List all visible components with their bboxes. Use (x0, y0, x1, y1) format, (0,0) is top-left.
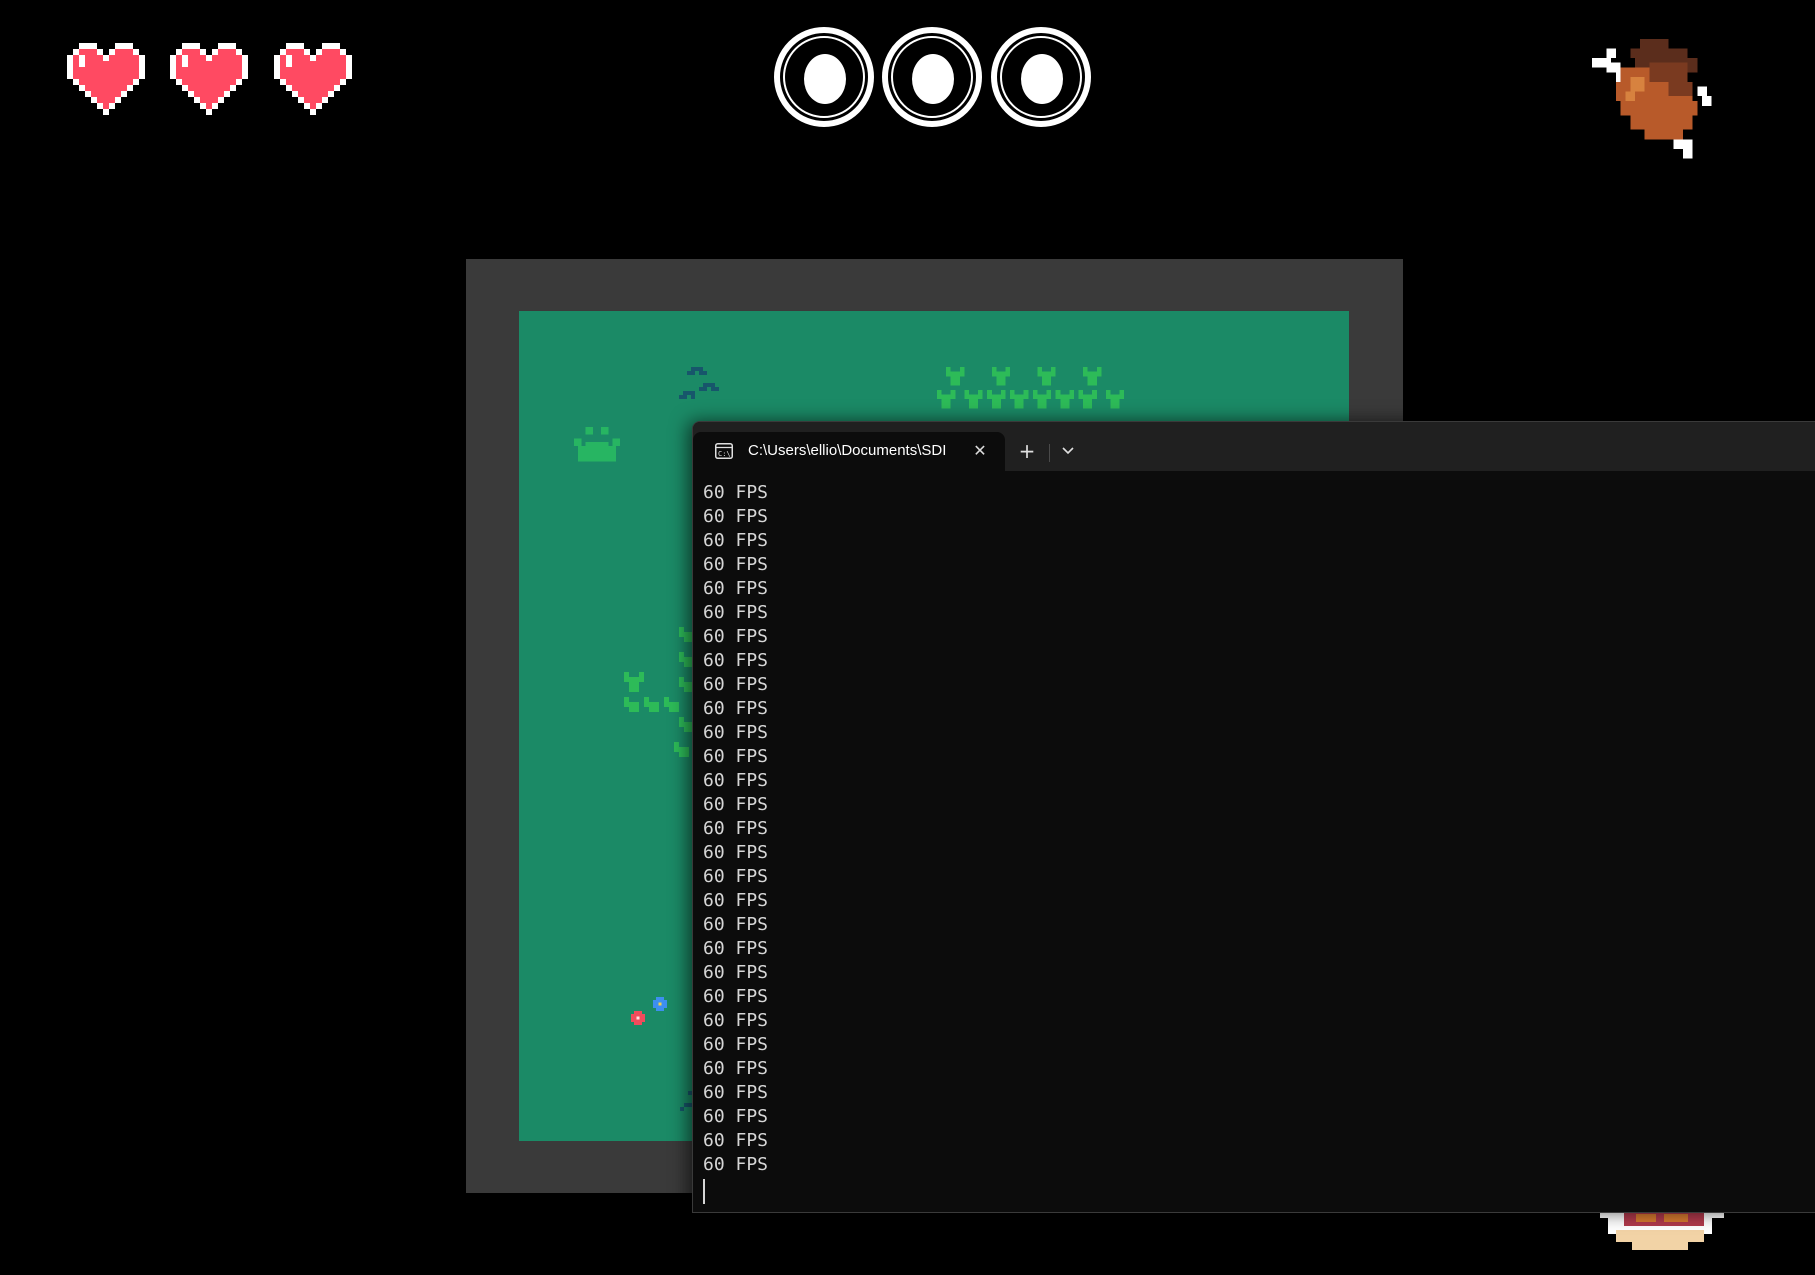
tab-divider (1049, 444, 1050, 462)
console-line: 60 FPS (703, 914, 769, 935)
console-output[interactable]: 60 FPS 60 FPS 60 FPS 60 FPS 60 FPS 60 FPS 60 F… (703, 481, 768, 1177)
close-icon[interactable]: ✕ (971, 442, 989, 460)
console-line: 60 FPS (703, 1106, 769, 1127)
console-line: 60 FPS (703, 1082, 769, 1103)
egg-slot-icon (771, 24, 877, 130)
console-line: 60 FPS (703, 1058, 769, 1079)
console-line: 60 FPS (703, 1130, 769, 1151)
tab-title: C:\Users\ellio\Documents\SDI (748, 442, 947, 459)
console-line: 60 FPS (703, 698, 769, 719)
console-line: 60 FPS (703, 746, 769, 767)
chevron-down-icon[interactable] (1053, 436, 1083, 466)
console-line: 60 FPS (703, 1034, 769, 1055)
pebble-cluster-sprite (679, 367, 723, 407)
console-line: 60 FPS (703, 794, 769, 815)
terminal-titlebar[interactable]: C:\ C:\Users\ellio\Documents\SDI ✕ + (693, 422, 1815, 471)
slime-creature-sprite[interactable] (574, 426, 620, 462)
terminal-window[interactable]: C:\ C:\Users\ellio\Documents\SDI ✕ + 60 … (692, 421, 1815, 1213)
console-line: 60 FPS (703, 1010, 769, 1031)
console-line: 60 FPS (703, 554, 769, 575)
new-tab-button[interactable]: + (1011, 436, 1043, 466)
console-line: 60 FPS (703, 770, 769, 791)
console-line: 60 FPS (703, 626, 769, 647)
console-app-icon: C:\ (715, 443, 733, 459)
terminal-tab[interactable]: C:\ C:\Users\ellio\Documents\SDI ✕ (693, 432, 1005, 471)
console-line: 60 FPS (703, 506, 769, 527)
egg-slot-icon (879, 24, 985, 130)
roast-meat-icon (1592, 34, 1726, 168)
console-line: 60 FPS (703, 602, 769, 623)
console-line: 60 FPS (703, 1154, 769, 1175)
heart-icon (170, 42, 248, 116)
heart-icon (67, 42, 145, 116)
svg-text:C:\: C:\ (718, 450, 731, 458)
console-line: 60 FPS (703, 482, 769, 503)
console-line: 60 FPS (703, 962, 769, 983)
heart-icon (274, 42, 352, 116)
console-line: 60 FPS (703, 890, 769, 911)
console-line: 60 FPS (703, 530, 769, 551)
console-line: 60 FPS (703, 674, 769, 695)
red-flower-sprite (631, 1011, 645, 1025)
console-line: 60 FPS (703, 650, 769, 671)
console-line: 60 FPS (703, 578, 769, 599)
egg-slot-icon (988, 24, 1094, 130)
blue-flower-sprite (653, 997, 667, 1011)
console-line: 60 FPS (703, 842, 769, 863)
console-line: 60 FPS (703, 986, 769, 1007)
text-cursor (703, 1179, 705, 1204)
pudding-item-icon (1600, 1210, 1724, 1250)
console-line: 60 FPS (703, 722, 769, 743)
grass-tuft-sprite (937, 367, 1147, 413)
console-line: 60 FPS (703, 938, 769, 959)
console-line: 60 FPS (703, 866, 769, 887)
console-line: 60 FPS (703, 818, 769, 839)
